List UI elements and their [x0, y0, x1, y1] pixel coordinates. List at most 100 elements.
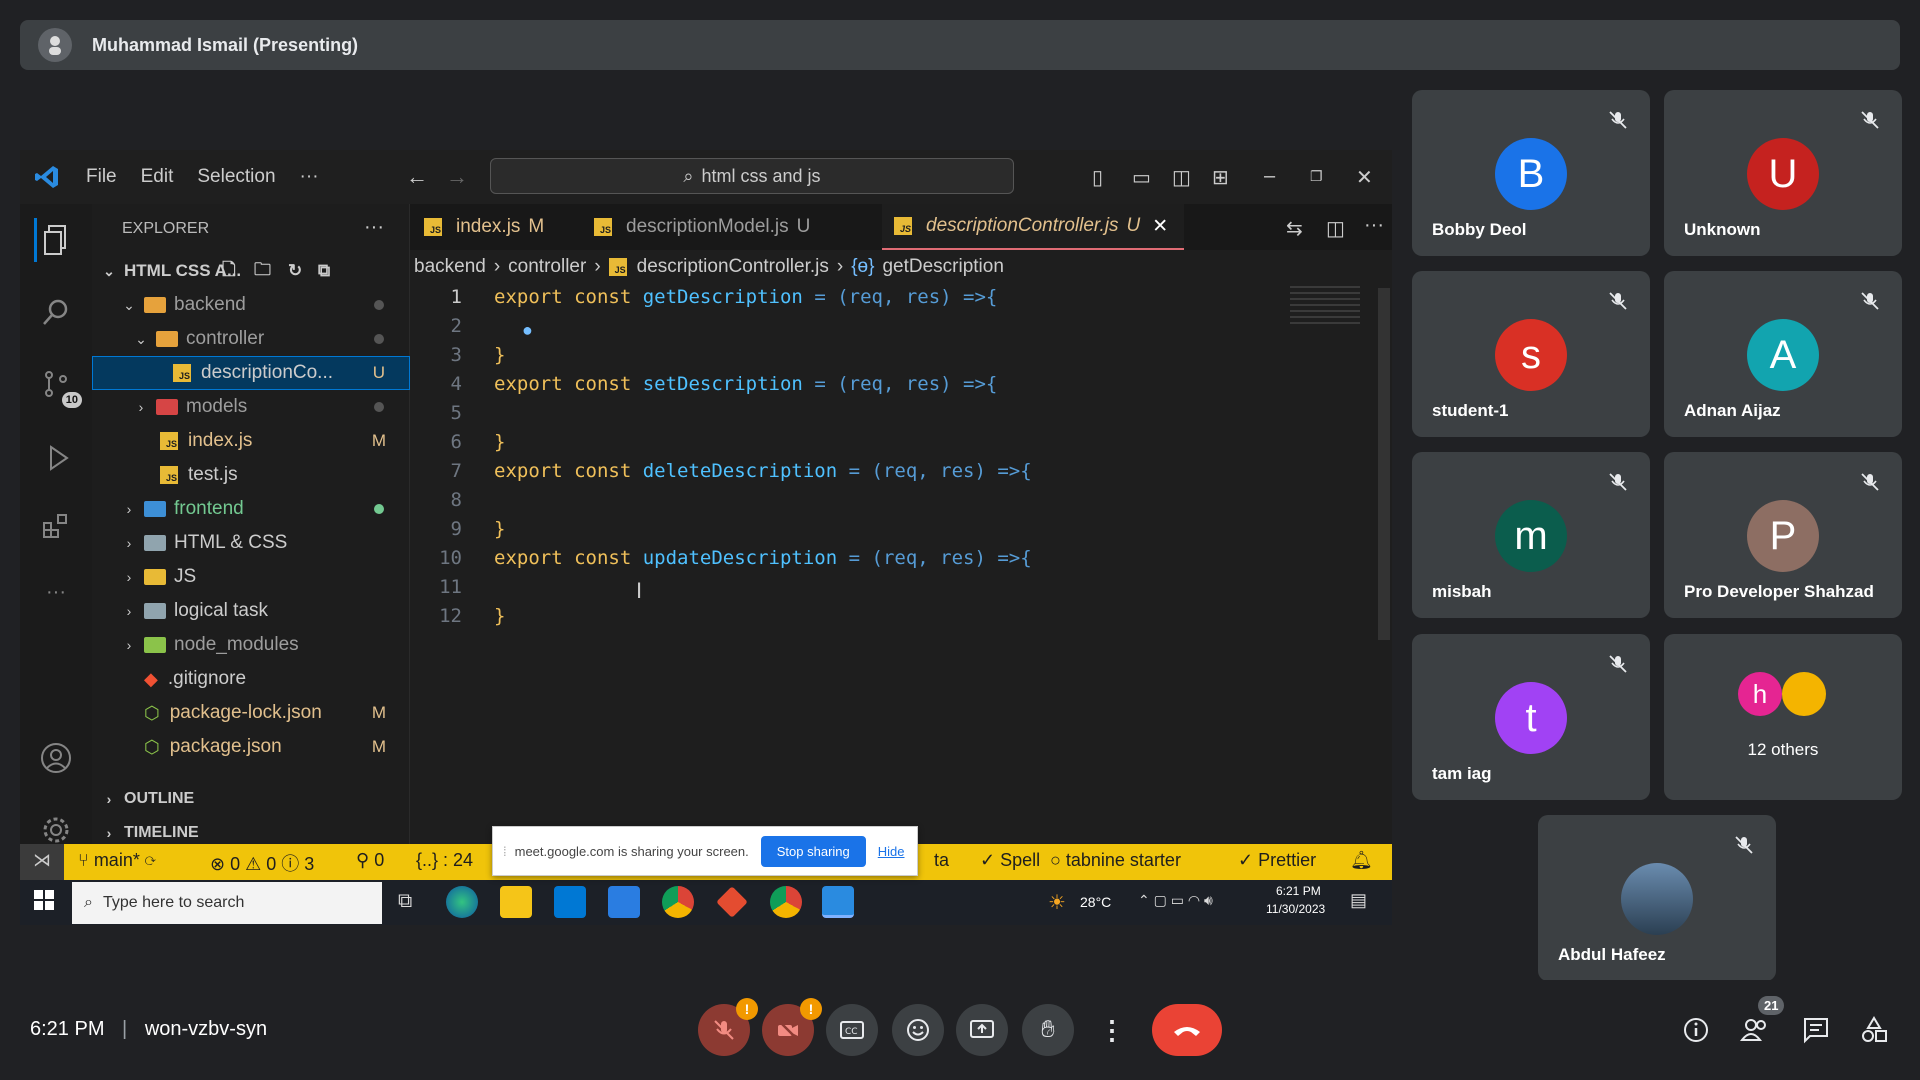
command-search-input[interactable]: ⌕ html css and js	[490, 158, 1014, 194]
remote-icon[interactable]: ⋊	[20, 844, 64, 880]
source-control-icon[interactable]: 10	[34, 362, 82, 408]
menu-selection[interactable]: Selection	[197, 166, 275, 188]
close-window-icon[interactable]: ✕	[1356, 165, 1373, 190]
code-line[interactable]: 6}	[410, 431, 1310, 460]
scrollbar[interactable]	[1378, 288, 1390, 640]
explorer-more-icon[interactable]: ···	[364, 216, 384, 239]
participant-tile[interactable]: t tam iag	[1412, 634, 1650, 800]
meeting-details-icon[interactable]	[1682, 1016, 1710, 1044]
code-line[interactable]: 8	[410, 489, 1310, 518]
explorer-icon[interactable]	[34, 218, 78, 262]
tree-item-frontend[interactable]: › frontend	[92, 492, 410, 526]
editor-more-icon[interactable]: ···	[1364, 214, 1384, 237]
tree-item-gitignore[interactable]: ◆ .gitignore	[92, 662, 410, 696]
code-line[interactable]: 9}	[410, 518, 1310, 547]
taskbar-search[interactable]: ⌕ Type here to search	[72, 882, 382, 924]
hide-button[interactable]: Hide	[878, 844, 905, 859]
new-file-icon[interactable]: 🗋	[222, 257, 236, 286]
forward-arrow-icon[interactable]: →	[446, 164, 468, 190]
mail-icon[interactable]	[608, 886, 640, 918]
code-line[interactable]: 3}	[410, 344, 1310, 373]
tab-index-js[interactable]: JS index.js M	[424, 204, 544, 250]
code-line[interactable]: 12}	[410, 605, 1310, 634]
chat-icon[interactable]	[1802, 1016, 1830, 1044]
extensions-icon[interactable]	[34, 504, 78, 548]
participant-tile[interactable]: B Bobby Deol	[1412, 90, 1650, 256]
toggle-secondary-sidebar-icon[interactable]: ◫	[1172, 165, 1191, 190]
chrome-profile-icon[interactable]	[770, 886, 802, 918]
activities-icon[interactable]	[1860, 1016, 1888, 1044]
tree-item-html-css[interactable]: › HTML & CSS	[92, 526, 410, 560]
chrome-icon[interactable]	[662, 886, 694, 918]
store-icon[interactable]	[554, 886, 586, 918]
weather-temp[interactable]: 28°C	[1080, 894, 1111, 910]
breadcrumb-backend[interactable]: backend	[414, 256, 486, 278]
outline-section[interactable]: › OUTLINE	[92, 782, 410, 816]
code-line[interactable]: 2	[410, 315, 1310, 344]
present-button[interactable]	[956, 1004, 1008, 1056]
tree-item-logical-task[interactable]: › logical task	[92, 594, 410, 628]
git-branch[interactable]: ⑂ main* ⟳	[78, 850, 156, 871]
windows-start-icon[interactable]	[34, 890, 54, 910]
restore-icon[interactable]: ❐	[1310, 168, 1323, 185]
participant-tile[interactable]: U Unknown	[1664, 90, 1902, 256]
tree-item-js[interactable]: › JS	[92, 560, 410, 594]
tabnine-status[interactable]: ○ tabnine starter	[1050, 850, 1181, 871]
participant-tile[interactable]: m misbah	[1412, 452, 1650, 618]
collapse-all-icon[interactable]: ⧉	[318, 261, 330, 281]
search-activity-icon[interactable]	[34, 290, 78, 334]
menu-more[interactable]: ···	[300, 166, 319, 188]
file-explorer-icon[interactable]	[500, 886, 532, 918]
breadcrumb-symbol[interactable]: getDescription	[882, 256, 1003, 278]
tree-item-models[interactable]: › models	[92, 390, 410, 424]
stop-sharing-button[interactable]: Stop sharing	[760, 835, 866, 867]
tree-item-index-js[interactable]: JS index.js M	[92, 424, 410, 458]
problems-count[interactable]: ⊗ 0 ⚠ 0 ⓘ 3	[210, 850, 314, 876]
task-view-icon[interactable]: ⧉	[394, 886, 426, 918]
drag-handle-icon[interactable]: ⁞	[503, 844, 507, 859]
lightbulb-icon[interactable]: ●	[522, 320, 533, 341]
bell-icon[interactable]: 🔔︎	[1350, 850, 1373, 871]
tree-item-node-modules[interactable]: › node_modules	[92, 628, 410, 662]
clock-time[interactable]: 6:21 PM	[1276, 884, 1321, 898]
tree-item-package-json[interactable]: ⬡ package.json M	[92, 730, 410, 764]
project-header[interactable]: ⌄ HTML CSS A... 🗋 🗀 ↻ ⧉	[92, 254, 410, 288]
tree-item-description-controller[interactable]: JS descriptionCo... U	[92, 356, 410, 390]
participant-tile[interactable]: P Pro Developer Shahzad	[1664, 452, 1902, 618]
code-line[interactable]: 4 export const setDescription = (req, res…	[410, 373, 1310, 402]
more-views-icon[interactable]: ···	[34, 570, 78, 614]
notifications-icon[interactable]: ▤	[1350, 890, 1367, 911]
ports-count[interactable]: ⚲ 0	[356, 850, 384, 871]
reactions-button[interactable]	[892, 1004, 944, 1056]
git-app-icon[interactable]	[716, 886, 748, 918]
microphone-button[interactable]: !	[698, 998, 758, 1056]
more-options-button[interactable]: ⋮	[1086, 1004, 1138, 1056]
tab-description-controller[interactable]: JS descriptionController.js U ✕	[882, 204, 1184, 250]
system-tray-icons[interactable]: ⌃ ▢ ▭ ◠ 🔊︎	[1138, 892, 1213, 909]
close-tab-icon[interactable]: ✕	[1152, 215, 1168, 238]
camera-button[interactable]: !	[762, 998, 822, 1056]
vscode-taskbar-icon[interactable]	[822, 886, 854, 918]
toggle-sidebar-icon[interactable]: ▯	[1092, 165, 1103, 190]
code-line[interactable]: 5	[410, 402, 1310, 431]
code-line[interactable]: 1 export const getDescription = (req, res…	[410, 286, 1310, 315]
breadcrumb-controller[interactable]: controller	[508, 256, 586, 278]
customize-layout-icon[interactable]: ⊞	[1212, 165, 1229, 190]
code-area[interactable]: 1 export const getDescription = (req, res…	[410, 286, 1310, 646]
breadcrumb-file[interactable]: descriptionController.js	[637, 256, 829, 278]
minimap[interactable]	[1290, 286, 1360, 326]
menu-edit[interactable]: Edit	[141, 166, 174, 188]
code-line[interactable]: 7 export const deleteDescription = (req, …	[410, 460, 1310, 489]
account-icon[interactable]	[34, 736, 78, 780]
code-line[interactable]: 10 export const updateDescription = (req,…	[410, 547, 1310, 576]
spell-check[interactable]: ✓ Spell	[980, 850, 1040, 871]
status-ta[interactable]: ta	[934, 850, 949, 871]
refresh-icon[interactable]: ↻	[288, 261, 302, 281]
compare-changes-icon[interactable]: ⇆	[1286, 216, 1303, 241]
tree-item-controller[interactable]: ⌄ controller	[92, 322, 410, 356]
captions-button[interactable]: CC	[826, 1004, 878, 1056]
people-icon[interactable]: 21	[1740, 996, 1785, 1044]
back-arrow-icon[interactable]: ←	[406, 164, 428, 190]
tree-item-test-js[interactable]: JS test.js	[92, 458, 410, 492]
tab-description-model[interactable]: JS descriptionModel.js U	[594, 204, 810, 250]
